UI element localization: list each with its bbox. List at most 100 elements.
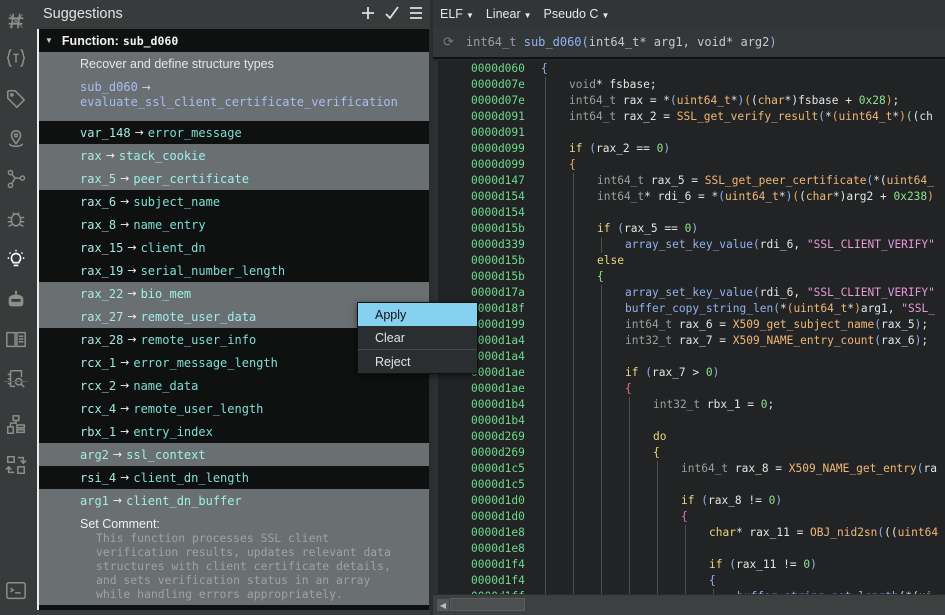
line-address[interactable]: 0000d060 xyxy=(471,61,525,77)
line-address[interactable]: 0000d07e xyxy=(471,77,525,93)
line-source[interactable]: do xyxy=(653,429,666,445)
il-dropdown[interactable]: Pseudo C ▼ xyxy=(544,7,610,21)
line-source[interactable]: char* rax_11 = OBJ_nid2sn(((uint64 xyxy=(709,525,938,541)
line-source[interactable]: { xyxy=(597,269,604,285)
horizontal-scrollbar[interactable]: ◀ xyxy=(433,594,945,615)
code-line[interactable]: 0000d091 xyxy=(433,125,945,141)
line-source[interactable]: int64_t rax_8 = X509_NAME_get_entry(ra xyxy=(681,461,937,477)
line-address[interactable]: 0000d1b4 xyxy=(471,413,525,429)
tag-icon[interactable] xyxy=(4,87,28,111)
rename-suggestion[interactable]: rcx_2 → name_data xyxy=(39,374,429,397)
line-address[interactable]: 0000d1ae xyxy=(471,365,525,381)
scroll-left-icon[interactable]: ◀ xyxy=(437,599,449,611)
line-address[interactable]: 0000d15b xyxy=(471,269,525,285)
robot-icon[interactable] xyxy=(4,287,28,311)
rename-suggestion[interactable]: rax_6 → subject_name xyxy=(39,190,429,213)
line-source[interactable]: int64_t rax = *(uint64_t*)((char*)fsbase… xyxy=(569,93,899,109)
code-line[interactable]: 0000d07e void* fsbase; xyxy=(433,77,945,93)
line-source[interactable]: { xyxy=(709,573,716,589)
line-address[interactable]: 0000d15b xyxy=(471,221,525,237)
code-line[interactable]: 0000d1e8 xyxy=(433,541,945,557)
recover-types-suggestion[interactable]: Recover and define structure types xyxy=(39,52,429,75)
line-address[interactable]: 0000d1c5 xyxy=(471,477,525,493)
line-address[interactable]: 0000d091 xyxy=(471,125,525,141)
menu-item-apply[interactable]: Apply xyxy=(358,303,477,326)
line-source[interactable]: { xyxy=(653,445,660,461)
line-address[interactable]: 0000d339 xyxy=(471,237,525,253)
code-line[interactable]: 0000d154 xyxy=(433,205,945,221)
code-line[interactable]: 0000d17a array_set_key_value(rdi_6, "SSL_… xyxy=(433,285,945,301)
line-source[interactable]: if (rax_8 != 0) xyxy=(681,493,782,509)
refresh-icon[interactable]: ⟳ xyxy=(443,35,454,50)
lightbulb-icon[interactable] xyxy=(4,247,28,271)
set-comment-suggestion[interactable]: Set Comment: This function processes SSL… xyxy=(39,512,429,605)
code-line[interactable]: 0000d339 array_set_key_value(rdi_6, "SSL_… xyxy=(433,237,945,253)
code-line[interactable]: 0000d1f4 if (rax_11 != 0) xyxy=(433,557,945,573)
line-address[interactable]: 0000d18f xyxy=(471,301,525,317)
line-address[interactable]: 0000d1d0 xyxy=(471,509,525,525)
line-source[interactable]: if (rax_5 == 0) xyxy=(597,221,698,237)
line-address[interactable]: 0000d099 xyxy=(471,141,525,157)
line-source[interactable]: { xyxy=(569,157,576,173)
code-line[interactable]: 0000d1c5 xyxy=(433,477,945,493)
code-line[interactable]: 0000d1ae if (rax_7 > 0) xyxy=(433,365,945,381)
bug-icon[interactable] xyxy=(4,207,28,231)
view-mode-dropdown[interactable]: Linear ▼ xyxy=(486,7,532,21)
line-address[interactable]: 0000d269 xyxy=(471,429,525,445)
code-line[interactable]: 0000d1b4 xyxy=(433,413,945,429)
line-address[interactable]: 0000d17a xyxy=(471,285,525,301)
checkmark-icon[interactable] xyxy=(383,4,401,22)
binary-view-dropdown[interactable]: ELF ▼ xyxy=(440,7,474,21)
types-icon[interactable] xyxy=(4,46,28,70)
code-line[interactable]: 0000d199 int64_t rax_6 = X509_get_subject… xyxy=(433,317,945,333)
line-address[interactable]: 0000d091 xyxy=(471,109,525,125)
terminal-icon[interactable] xyxy=(4,579,28,603)
code-line[interactable]: 0000d1b4 int32_t rbx_1 = 0; xyxy=(433,397,945,413)
line-address[interactable]: 0000d1ae xyxy=(471,381,525,397)
function-rename-suggestion[interactable]: sub_d060 → evaluate_ssl_client_certificat… xyxy=(39,75,429,121)
compare-icon[interactable] xyxy=(4,453,28,477)
rename-suggestion[interactable]: rcx_4 → remote_user_length xyxy=(39,397,429,420)
line-source[interactable]: if (rax_2 == 0) xyxy=(569,141,670,157)
code-line[interactable]: 0000d15b if (rax_5 == 0) xyxy=(433,221,945,237)
code-lines[interactable]: 0000d060 {0000d07e void* fsbase; 0000d07e in… xyxy=(433,61,945,594)
function-group-header[interactable]: ▼ Function: sub_d060 xyxy=(39,29,429,52)
graph-nodes-icon[interactable] xyxy=(4,167,28,191)
rename-suggestion[interactable]: rax → stack_cookie xyxy=(39,144,429,167)
line-address[interactable]: 0000d1f4 xyxy=(471,557,525,573)
line-address[interactable]: 0000d147 xyxy=(471,173,525,189)
line-source[interactable]: int64_t rax_2 = SSL_get_verify_result(*(… xyxy=(569,109,933,125)
code-line[interactable]: 0000d1ae { xyxy=(433,381,945,397)
code-line[interactable]: 0000d091 int64_t rax_2 = SSL_get_verify_r… xyxy=(433,109,945,125)
line-address[interactable]: 0000d269 xyxy=(471,445,525,461)
code-line[interactable]: 0000d154 int64_t* rdi_6 = *(uint64_t*)((c… xyxy=(433,189,945,205)
line-address[interactable]: 0000d154 xyxy=(471,189,525,205)
rename-suggestion[interactable]: arg1 → client_dn_buffer xyxy=(39,489,429,512)
book-icon[interactable] xyxy=(4,327,28,351)
code-line[interactable]: 0000d07e int64_t rax = *(uint64_t*)((char… xyxy=(433,93,945,109)
line-source[interactable]: void* fsbase; xyxy=(569,77,657,93)
line-source[interactable]: array_set_key_value(rdi_6, "SSL_CLIENT_V… xyxy=(625,237,935,253)
code-line[interactable]: 0000d099 { xyxy=(433,157,945,173)
scrollbar-thumb[interactable] xyxy=(450,598,525,611)
line-source[interactable]: if (rax_7 > 0) xyxy=(625,365,719,381)
line-source[interactable]: buffer_copy_string_len(*(uint64_t*)arg1,… xyxy=(625,301,935,317)
line-address[interactable]: 0000d1c5 xyxy=(471,461,525,477)
menu-item-reject[interactable]: Reject xyxy=(358,350,477,373)
line-source[interactable]: if (rax_11 != 0) xyxy=(709,557,817,573)
line-address[interactable]: 0000d154 xyxy=(471,205,525,221)
rename-suggestion[interactable]: var_148 → error_message xyxy=(39,121,429,144)
menu-item-clear[interactable]: Clear xyxy=(358,326,477,349)
line-address[interactable]: 0000d07e xyxy=(471,93,525,109)
search-document-icon[interactable] xyxy=(4,367,28,391)
rename-suggestion[interactable]: rbx_1 → entry_index xyxy=(39,420,429,443)
location-pin-icon[interactable] xyxy=(4,127,28,151)
line-source[interactable]: int64_t rax_6 = X509_get_subject_name(ra… xyxy=(625,317,928,333)
line-source[interactable]: { xyxy=(541,61,548,77)
hierarchy-icon[interactable] xyxy=(4,413,28,437)
code-line[interactable]: 0000d1a4 int32_t rax_7 = X509_NAME_entry_… xyxy=(433,333,945,349)
code-line[interactable]: 0000d1d0 if (rax_8 != 0) xyxy=(433,493,945,509)
code-line[interactable]: 0000d1f4 { xyxy=(433,573,945,589)
line-address[interactable]: 0000d15b xyxy=(471,253,525,269)
code-line[interactable]: 0000d1c5 int64_t rax_8 = X509_NAME_get_en… xyxy=(433,461,945,477)
